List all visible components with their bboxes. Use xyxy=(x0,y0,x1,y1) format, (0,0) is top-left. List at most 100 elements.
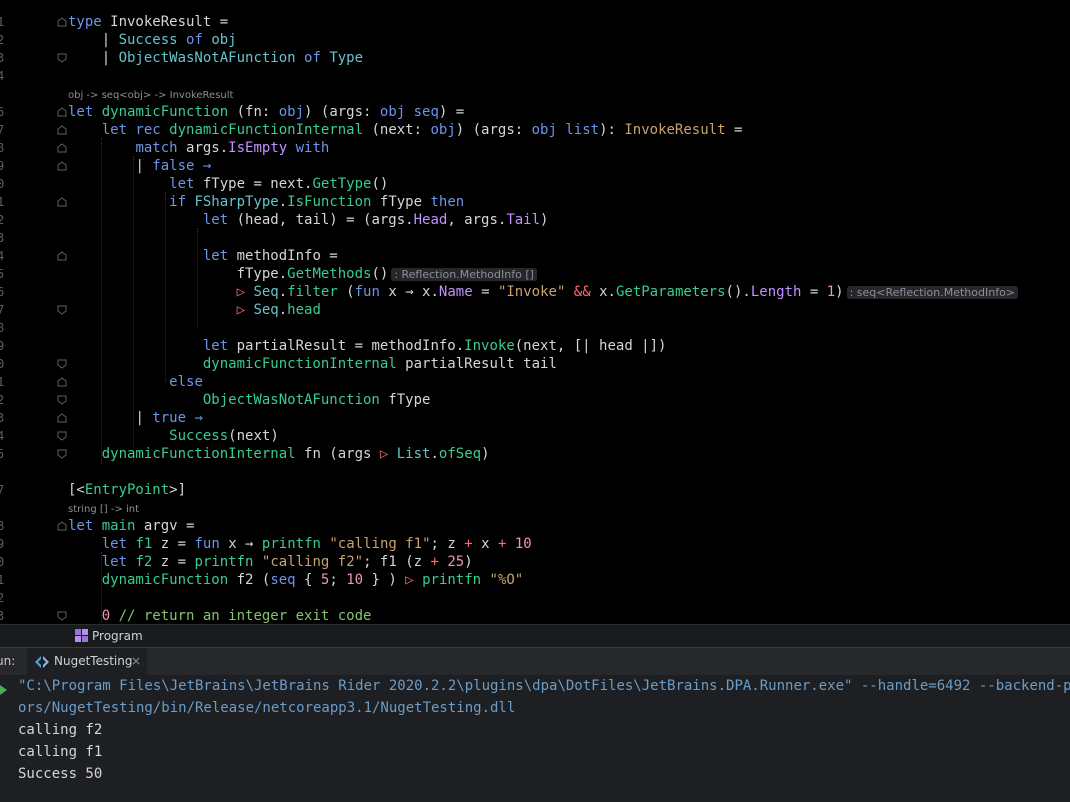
keyword: let xyxy=(68,518,94,534)
code-line[interactable]: | false → xyxy=(68,157,211,175)
code-text: ) = xyxy=(438,104,465,120)
run-label: un: xyxy=(0,654,16,668)
run-tab-nugettesting[interactable]: NugetTesting × xyxy=(27,648,147,677)
code-text: (head, tail) = (args. xyxy=(228,212,414,228)
function-name: main xyxy=(93,518,136,534)
line-number: 2 xyxy=(0,591,5,605)
code-line[interactable]: let dynamicFunction (fn: obj) (args: obj… xyxy=(68,103,464,121)
code-line[interactable]: let partialResult = methodInfo.Invoke(ne… xyxy=(68,337,667,355)
code-line[interactable]: ▷ Seq.head xyxy=(68,301,321,319)
type-name: obj xyxy=(430,122,456,138)
keyword: let xyxy=(169,176,195,192)
code-line[interactable]: let fType = next.GetType() xyxy=(68,175,388,193)
fold-collapse-icon[interactable] xyxy=(57,125,67,135)
fold-collapse-icon[interactable] xyxy=(57,413,67,423)
code-line[interactable]: let methodInfo = xyxy=(68,247,338,265)
code-line[interactable]: let (head, tail) = (args.Head, args.Tail… xyxy=(68,211,549,229)
line-number-gutter[interactable]: 1 2 3 4 6 7 8 9 0 1 2 3 4 5 6 7 8 9 0 1 2 3 4 5 7 8 9 0 1 2 3 xyxy=(0,0,58,624)
breadcrumb[interactable]: Program xyxy=(0,624,1070,648)
fold-end-icon[interactable] xyxy=(57,305,67,315)
property-name: Tail xyxy=(506,212,541,228)
function-name: dynamicFunctionInternal xyxy=(202,356,397,372)
fold-collapse-icon[interactable] xyxy=(57,107,67,117)
rerun-icon[interactable] xyxy=(0,685,7,695)
method-name: Invoke xyxy=(464,338,515,354)
fold-collapse-icon[interactable] xyxy=(57,143,67,153)
code-line[interactable]: dynamicFunctionInternal partialResult ta… xyxy=(68,355,557,373)
code-line[interactable]: let f1 z = fun x → printfn "calling f1";… xyxy=(68,535,532,553)
code-line[interactable]: ▷ Seq.filter (fun x → x.Name = "Invoke" … xyxy=(68,283,1019,301)
code-line[interactable]: let main argv = xyxy=(68,517,194,535)
run-console[interactable]: "C:\Program Files\JetBrains\JetBrains Ri… xyxy=(0,675,1070,802)
fold-end-icon[interactable] xyxy=(57,359,67,369)
fold-end-icon[interactable] xyxy=(57,449,67,459)
type-name: Seq xyxy=(245,284,279,300)
close-icon[interactable]: × xyxy=(131,654,141,668)
union-case: ObjectWasNotAFunction xyxy=(118,50,296,66)
function-name: dynamicFunctionInternal xyxy=(101,446,296,462)
line-number: 7 xyxy=(0,483,5,497)
code-line[interactable]: | true → xyxy=(68,409,202,427)
fold-collapse-icon[interactable] xyxy=(57,17,67,27)
run-tab-label: NugetTesting xyxy=(54,654,133,668)
code-editor[interactable]: 1 2 3 4 6 7 8 9 0 1 2 3 4 5 6 7 8 9 0 1 2 3 4 5 7 8 9 0 1 2 3 type Inv… xyxy=(0,0,1070,624)
fold-end-icon[interactable] xyxy=(57,611,67,621)
code-line[interactable]: 0 // return an integer exit code xyxy=(68,607,372,624)
code-text: (fn: xyxy=(228,104,279,120)
code-line[interactable]: ObjectWasNotAFunction fType xyxy=(68,391,431,409)
code-line[interactable]: | Success of obj xyxy=(68,31,237,49)
breadcrumb-item[interactable]: Program xyxy=(92,629,143,643)
function-name: printfn xyxy=(261,536,321,552)
fold-collapse-icon[interactable] xyxy=(57,197,67,207)
fold-end-icon[interactable] xyxy=(57,431,67,441)
line-number: 4 xyxy=(0,249,5,263)
code-line[interactable]: dynamicFunction f2 (seq { 5; 10 } ) ▷ pr… xyxy=(68,571,524,589)
code-text: fType xyxy=(379,392,431,408)
line-number: 2 xyxy=(0,213,5,227)
fold-collapse-icon[interactable] xyxy=(57,161,67,171)
code-text: partialResult tail xyxy=(396,356,557,372)
number-literal: 10 xyxy=(506,536,532,552)
keyword: let xyxy=(101,536,128,552)
type-signature-hint: string [] -> int xyxy=(68,504,140,515)
line-number: 2 xyxy=(0,393,5,407)
keyword: with xyxy=(287,140,330,156)
fold-collapse-icon[interactable] xyxy=(57,521,67,531)
line-number: 8 xyxy=(0,141,5,155)
operator: + xyxy=(430,554,439,570)
comment: // return an integer exit code xyxy=(110,608,372,624)
code-line[interactable]: let rec dynamicFunctionInternal (next: o… xyxy=(68,121,743,139)
code-line[interactable]: Success(next) xyxy=(68,427,279,445)
fold-collapse-icon[interactable] xyxy=(57,251,67,261)
code-line[interactable]: match args.IsEmpty with xyxy=(68,139,329,157)
type-name: obj list xyxy=(531,122,600,138)
type-name: obj seq xyxy=(379,104,439,120)
code-line[interactable]: else xyxy=(68,373,203,391)
code-line[interactable]: dynamicFunctionInternal fn (args ▷ List.… xyxy=(68,445,490,463)
code-line[interactable]: if FSharpType.IsFunction fType then xyxy=(68,193,464,211)
code-line[interactable]: fType.GetMethods(): Reflection.MethodInf… xyxy=(68,265,537,283)
fold-end-icon[interactable] xyxy=(57,53,67,63)
code-text: . xyxy=(278,284,288,300)
code-line[interactable]: type InvokeResult = xyxy=(68,13,228,31)
fsharp-module-icon xyxy=(75,629,88,642)
type-name: List xyxy=(388,446,431,462)
fold-end-icon[interactable] xyxy=(57,395,67,405)
code-line[interactable]: | ObjectWasNotAFunction of Type xyxy=(68,49,363,67)
attribute-name: EntryPoint xyxy=(84,482,170,498)
fold-collapse-icon[interactable] xyxy=(57,377,67,387)
code-text: fn (args xyxy=(295,446,380,462)
code-text: = xyxy=(472,284,498,300)
code-line[interactable]: let f2 z = printfn "calling f2"; f1 (z +… xyxy=(68,553,473,571)
line-number: 3 xyxy=(0,51,5,65)
code-line[interactable]: [<EntryPoint>] xyxy=(68,481,186,499)
